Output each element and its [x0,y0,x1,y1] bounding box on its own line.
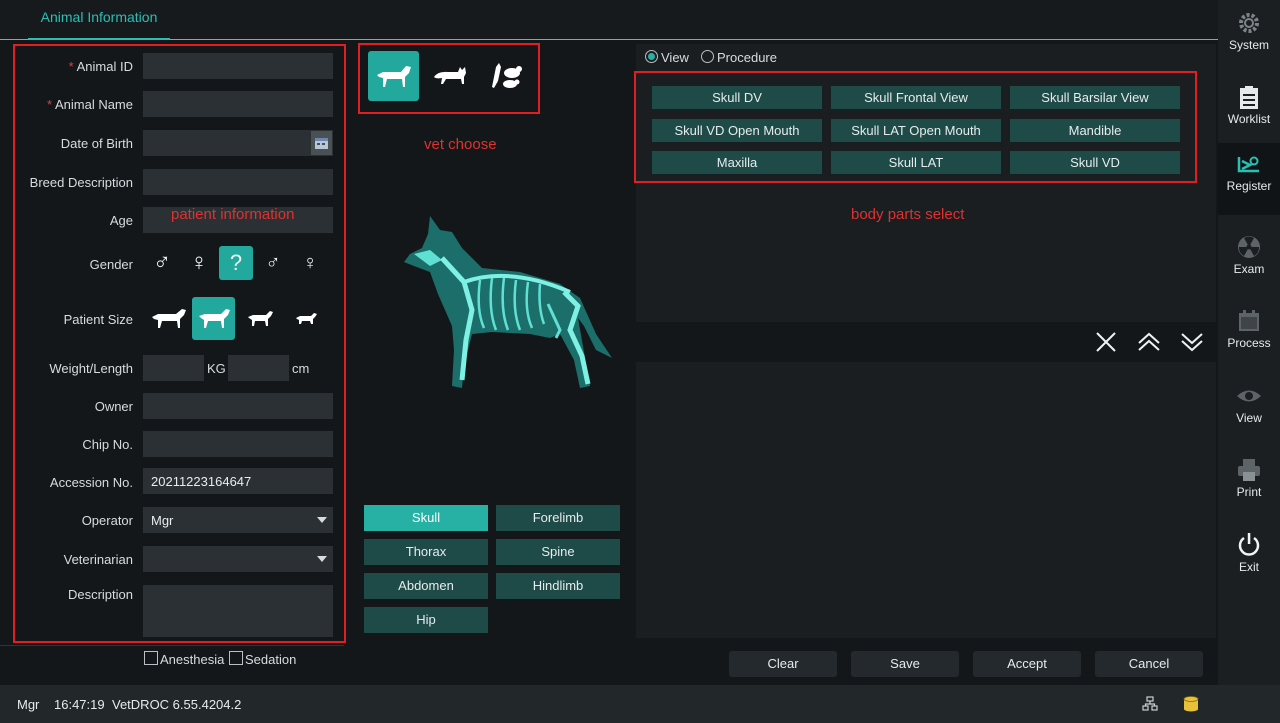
sidebar-label: Process [1227,336,1271,350]
anesthesia-label: Anesthesia [160,652,225,667]
body-part-button[interactable]: Skull Frontal View [831,86,1001,109]
category-hip-button[interactable]: Hip [364,607,488,633]
status-version: VetDROC 6.55.4204.2 [112,697,242,712]
move-up-button[interactable] [1136,329,1162,355]
sidebar-label: Exit [1238,560,1259,574]
category-skull-button[interactable]: Skull [364,505,488,531]
procedure-radio-label: Procedure [717,50,777,65]
close-icon [1096,332,1116,352]
sidebar-label: Print [1236,485,1262,499]
category-abdomen-button[interactable]: Abdomen [364,573,488,599]
patient-info-annotation: patient information [171,206,295,223]
sidebar-item-worklist[interactable]: Worklist [1218,76,1280,148]
save-button[interactable]: Save [851,651,959,677]
vet-choose-annotation: vet choose [424,136,497,153]
chevron-down-icon [1181,333,1203,352]
eye-icon [1237,390,1261,402]
gear-icon [1239,13,1259,33]
body-part-button[interactable]: Skull DV [652,86,822,109]
sidebar-item-view[interactable]: View [1218,375,1280,447]
sidebar-item-exam[interactable]: Exam [1218,226,1280,298]
network-icon [1142,696,1158,711]
printer-icon [1238,459,1260,481]
category-forelimb-button[interactable]: Forelimb [496,505,620,531]
category-spine-button[interactable]: Spine [496,539,620,565]
process-icon [1239,310,1259,331]
body-parts-select-annotation: body parts select [851,206,965,223]
divider [0,645,344,646]
sidebar-label: System [1228,38,1269,52]
body-part-button[interactable]: Maxilla [652,151,822,174]
body-part-button[interactable]: Skull LAT Open Mouth [831,119,1001,142]
sidebar-item-system[interactable]: System [1218,2,1280,74]
sidebar: System Worklist Register Exam Process Vi… [1218,0,1280,685]
bird-rodent-icon [492,63,522,88]
sidebar-label: Worklist [1227,112,1271,126]
network-status[interactable] [1142,696,1158,712]
sidebar-item-process[interactable]: Process [1218,300,1280,372]
dog-skeleton-image [404,216,612,388]
selected-views-list[interactable] [636,362,1216,638]
body-part-button[interactable]: Skull LAT [831,151,1001,174]
sidebar-item-print[interactable]: Print [1218,449,1280,521]
sidebar-label: Register [1226,179,1272,193]
register-icon [1237,156,1259,173]
database-icon [1183,696,1199,712]
cancel-button[interactable]: Cancel [1095,651,1203,677]
category-thorax-button[interactable]: Thorax [364,539,488,565]
anesthesia-checkbox[interactable] [144,651,158,665]
status-user: Mgr [17,697,40,712]
radio-dot [648,53,655,60]
delete-button[interactable] [1093,329,1119,355]
body-part-button[interactable]: Mandible [1010,119,1180,142]
patient-info-annotation-box [13,44,346,643]
clear-button[interactable]: Clear [729,651,837,677]
body-part-button[interactable]: Skull Barsilar View [1010,86,1180,109]
sedation-checkbox[interactable] [229,651,243,665]
radiation-icon [1238,236,1260,258]
status-time: 16:47:19 [54,697,105,712]
power-icon [1238,533,1260,556]
category-hindlimb-button[interactable]: Hindlimb [496,573,620,599]
sidebar-item-register[interactable]: Register [1218,143,1280,215]
body-part-button[interactable]: Skull VD [1010,151,1180,174]
database-status[interactable] [1183,696,1199,712]
procedure-radio[interactable] [701,50,714,63]
sedation-label: Sedation [245,652,297,667]
sidebar-label: View [1236,411,1262,425]
sidebar-label: Exam [1233,262,1265,276]
top-header [0,0,1218,40]
clipboard-icon [1240,86,1258,109]
dog-icon [377,66,411,87]
species-cat-button[interactable] [428,55,472,95]
species-dog-button[interactable] [368,51,419,101]
chevron-up-icon [1138,332,1160,351]
cat-icon [434,67,466,84]
move-down-button[interactable] [1179,329,1205,355]
view-radio-label: View [661,50,689,65]
sidebar-item-exit[interactable]: Exit [1218,524,1280,596]
body-part-button[interactable]: Skull VD Open Mouth [652,119,822,142]
view-radio[interactable] [645,50,658,63]
tab-animal-information[interactable]: Animal Information [28,0,170,40]
species-bird-rodent-button[interactable] [484,53,530,95]
accept-button[interactable]: Accept [973,651,1081,677]
